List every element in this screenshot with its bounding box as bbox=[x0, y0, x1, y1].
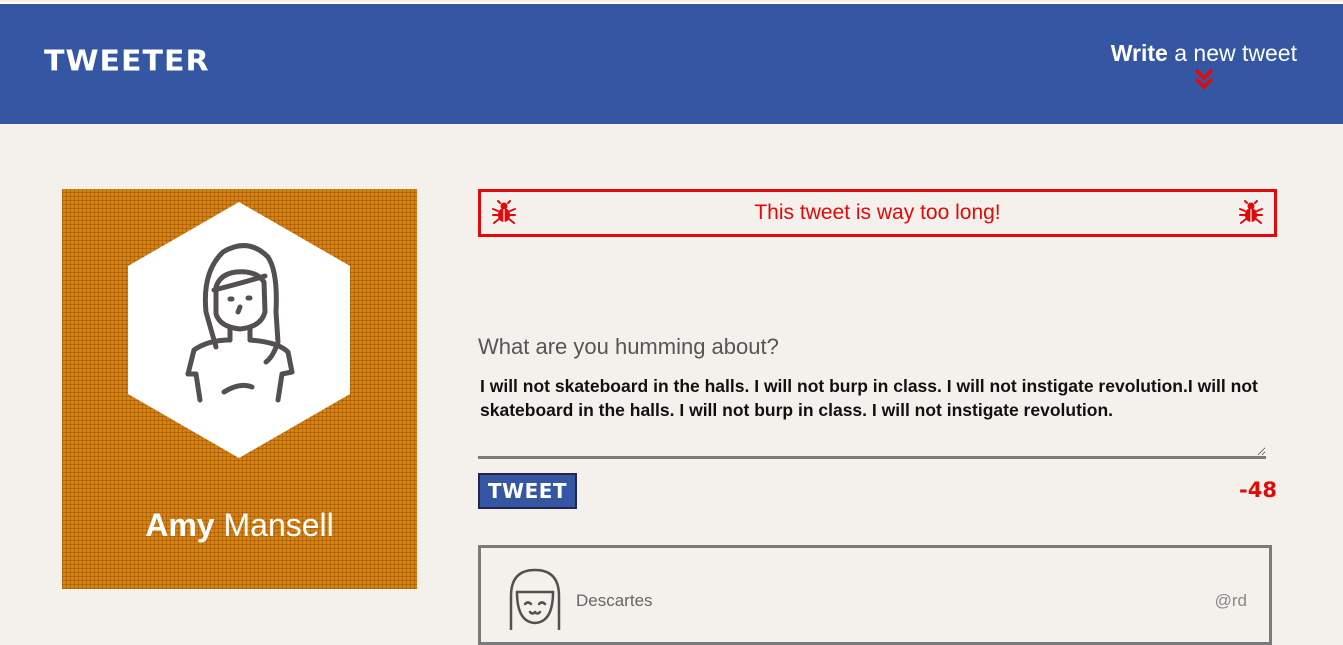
bug-icon bbox=[1239, 200, 1263, 224]
top-nav: TWEETER Write a new tweet bbox=[0, 2, 1343, 124]
smiling-avatar-icon bbox=[509, 568, 561, 630]
compose-toggle-rest: a new tweet bbox=[1167, 40, 1297, 66]
error-message: This tweet is way too long! bbox=[754, 201, 1001, 224]
double-chevron-down-icon[interactable] bbox=[1193, 68, 1215, 90]
compose-toggle-label: Write a new tweet bbox=[1111, 40, 1297, 66]
profile-name: Amy Mansell bbox=[62, 507, 417, 544]
girl-avatar-icon bbox=[128, 202, 350, 458]
tweet-button[interactable]: TWEET bbox=[478, 473, 577, 509]
brand-logo[interactable]: TWEETER bbox=[44, 45, 210, 78]
compose-prompt: What are you humming about? bbox=[478, 334, 779, 359]
profile-first-name: Amy bbox=[145, 507, 215, 543]
error-banner: This tweet is way too long! bbox=[478, 189, 1277, 237]
profile-last-name: Mansell bbox=[214, 507, 334, 543]
compose-toggle-bold: Write bbox=[1110, 40, 1168, 66]
tweet-textarea[interactable] bbox=[478, 374, 1266, 459]
write-new-tweet-toggle[interactable]: Write a new tweet bbox=[1111, 40, 1297, 90]
character-counter: -48 bbox=[1239, 478, 1277, 502]
bug-icon bbox=[492, 200, 516, 224]
tweet-author-name: Descartes bbox=[576, 591, 653, 610]
profile-card: Amy Mansell bbox=[62, 189, 417, 589]
tweet-card: Descartes @rd bbox=[478, 545, 1272, 645]
tweet-author-handle: @rd bbox=[1214, 591, 1247, 610]
